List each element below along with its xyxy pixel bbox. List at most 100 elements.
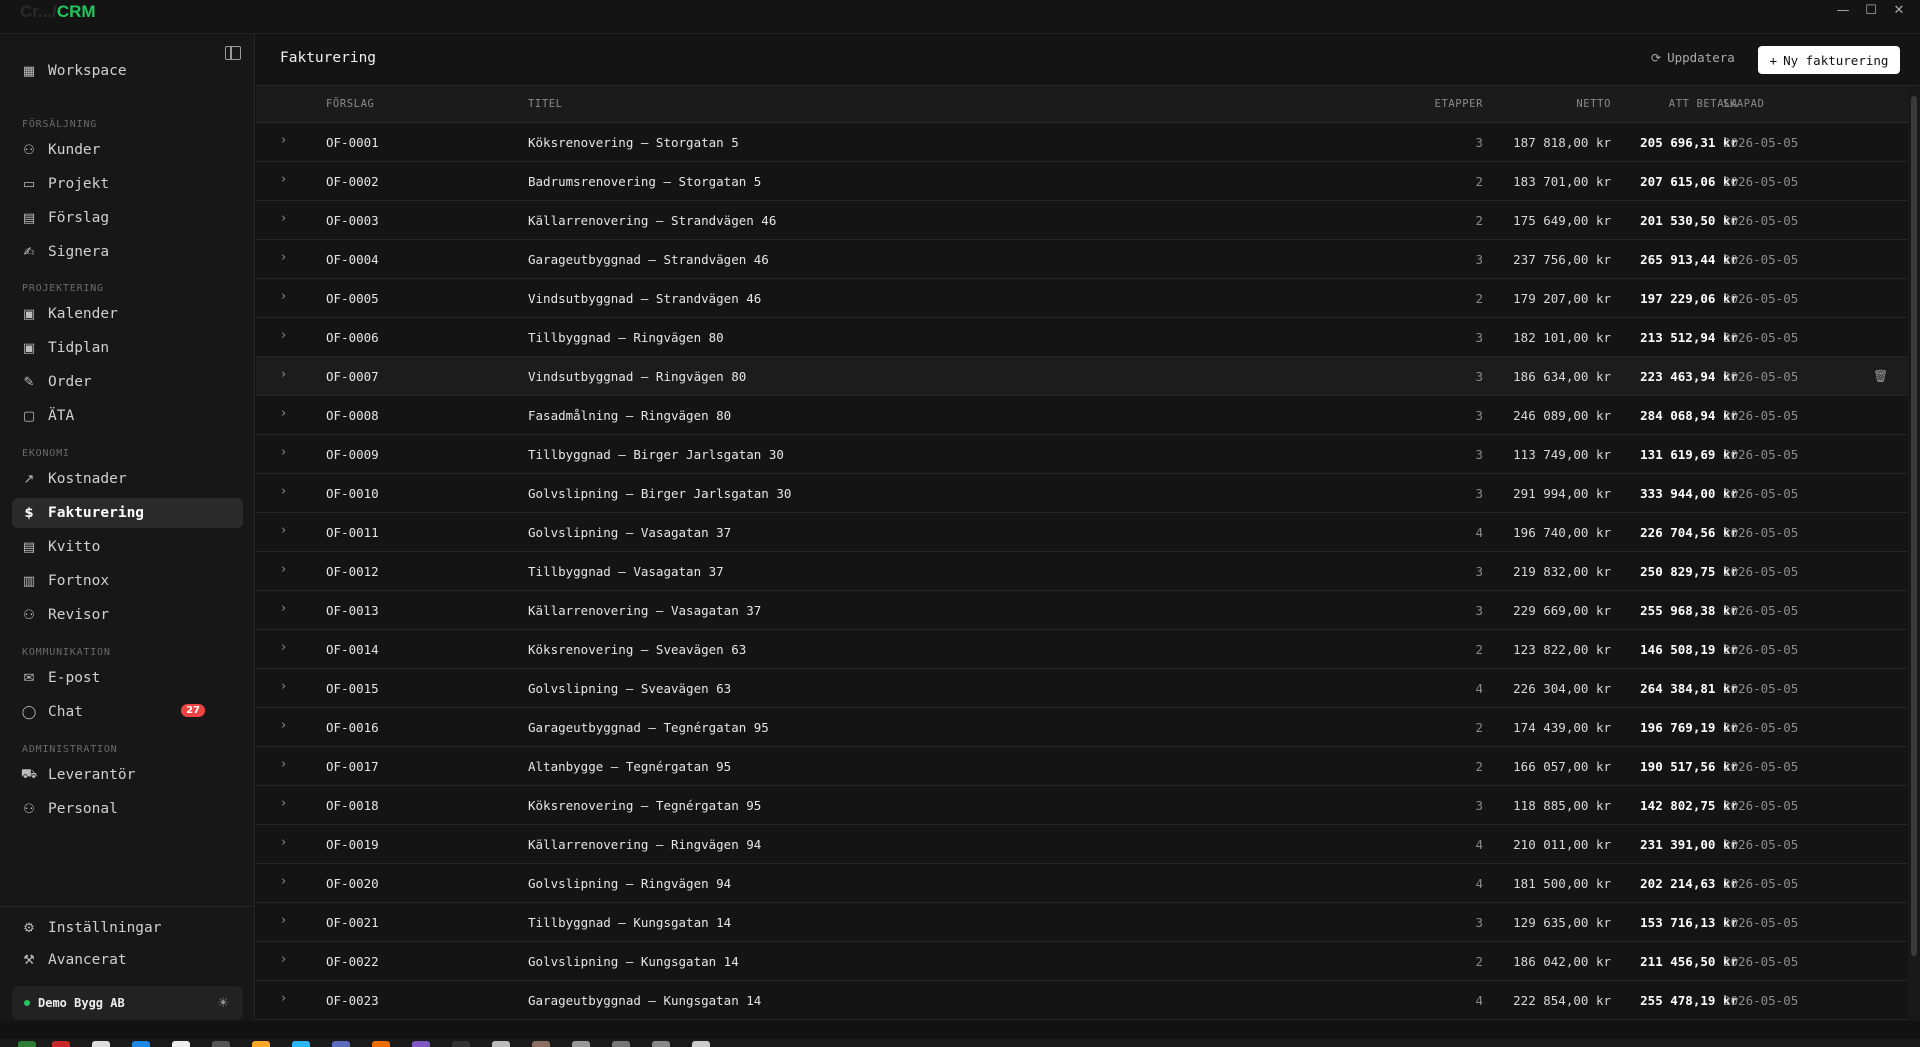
theme-toggle-icon[interactable]: ☀ <box>217 996 229 1011</box>
expand-chevron-icon[interactable]: › <box>281 562 286 577</box>
sidebar-item-forslag[interactable]: ▤ Förslag <box>12 203 243 233</box>
taskbar-app-icon[interactable] <box>572 1041 590 1047</box>
column-header-etapper[interactable]: ETAPPER <box>1435 98 1483 110</box>
scrollbar[interactable] <box>1908 86 1920 1021</box>
sidebar-item-leverantor[interactable]: ⛟ Leverantör <box>12 760 243 790</box>
table-row[interactable]: › OF-0010 Golvslipning — Birger Jarlsgatan… <box>256 474 1908 513</box>
table-row[interactable]: › OF-0007 Vindsutbyggnad — Ringvägen 80 3 18… <box>256 357 1908 396</box>
expand-chevron-icon[interactable]: › <box>281 640 286 655</box>
sidebar-item-kvitto[interactable]: ▤ Kvitto <box>12 532 243 562</box>
trash-icon[interactable]: 🗑 <box>1873 369 1888 383</box>
table-row[interactable]: › OF-0011 Golvslipning — Vasagatan 37 4 196 … <box>256 513 1908 552</box>
expand-chevron-icon[interactable]: › <box>281 484 286 499</box>
sidebar-item-chat[interactable]: ◯ Chat 27 <box>12 697 243 727</box>
taskbar-app-icon[interactable] <box>532 1041 550 1047</box>
expand-chevron-icon[interactable]: › <box>281 250 286 265</box>
taskbar-app-icon[interactable] <box>612 1041 630 1047</box>
expand-chevron-icon[interactable]: › <box>281 601 286 616</box>
sidebar-item-fortnox[interactable]: ▥ Fortnox <box>12 566 243 596</box>
taskbar-app-icon[interactable] <box>52 1041 70 1047</box>
expand-chevron-icon[interactable]: › <box>281 328 286 343</box>
expand-chevron-icon[interactable]: › <box>281 679 286 694</box>
expand-chevron-icon[interactable]: › <box>281 796 286 811</box>
new-invoice-button[interactable]: + Ny fakturering <box>1758 46 1900 74</box>
sidebar-item-kalender[interactable]: ▣ Kalender <box>12 299 243 329</box>
table-row[interactable]: › OF-0001 Köksrenovering — Storgatan 5 3 187… <box>256 123 1908 162</box>
expand-chevron-icon[interactable]: › <box>281 211 286 226</box>
expand-chevron-icon[interactable]: › <box>281 913 286 928</box>
taskbar-app-icon[interactable] <box>692 1041 710 1047</box>
sidebar-item-revisor[interactable]: ⚇ Revisor <box>12 600 243 630</box>
taskbar-app-icon[interactable] <box>412 1041 430 1047</box>
sidebar-item-ata[interactable]: ▢ ÄTA <box>12 401 243 431</box>
table-row[interactable]: › OF-0003 Källarrenovering — Strandvägen 4… <box>256 201 1908 240</box>
table-row[interactable]: › OF-0009 Tillbyggnad — Birger Jarlsgatan … <box>256 435 1908 474</box>
expand-chevron-icon[interactable]: › <box>281 718 286 733</box>
scrollbar-thumb[interactable] <box>1911 96 1917 956</box>
expand-chevron-icon[interactable]: › <box>281 133 286 148</box>
expand-chevron-icon[interactable]: › <box>281 367 286 382</box>
table-row[interactable]: › OF-0014 Köksrenovering — Sveavägen 63 2 12… <box>256 630 1908 669</box>
taskbar-app-icon[interactable] <box>212 1041 230 1047</box>
taskbar-app-icon[interactable] <box>18 1041 36 1047</box>
expand-chevron-icon[interactable]: › <box>281 757 286 772</box>
taskbar-app-icon[interactable] <box>452 1041 470 1047</box>
sidebar-item-kostnader[interactable]: ↗ Kostnader <box>12 464 243 494</box>
taskbar-app-icon[interactable] <box>492 1041 510 1047</box>
taskbar-app-icon[interactable] <box>652 1041 670 1047</box>
table-row[interactable]: › OF-0017 Altanbygge — Tegnérgatan 95 2 166 … <box>256 747 1908 786</box>
expand-chevron-icon[interactable]: › <box>281 952 286 967</box>
table-row[interactable]: › OF-0021 Tillbyggnad — Kungsgatan 14 3 129 … <box>256 903 1908 942</box>
close-icon[interactable]: ✕ <box>1892 4 1906 18</box>
table-row[interactable]: › OF-0022 Golvslipning — Kungsgatan 14 2 186… <box>256 942 1908 981</box>
taskbar-app-icon[interactable] <box>92 1041 110 1047</box>
expand-chevron-icon[interactable]: › <box>281 874 286 889</box>
sidebar-item-signera[interactable]: ✍ Signera <box>12 237 243 267</box>
table-row[interactable]: › OF-0020 Golvslipning — Ringvägen 94 4 181 … <box>256 864 1908 903</box>
taskbar-app-icon[interactable] <box>372 1041 390 1047</box>
table-row[interactable]: › OF-0015 Golvslipning — Sveavägen 63 4 226 … <box>256 669 1908 708</box>
company-switcher[interactable]: Demo Bygg AB ☀ <box>12 986 243 1020</box>
cell-titel: Vindsutbyggnad — Ringvägen 80 <box>528 369 747 384</box>
column-header-netto[interactable]: NETTO <box>1576 98 1611 110</box>
table-row[interactable]: › OF-0019 Källarrenovering — Ringvägen 94 4… <box>256 825 1908 864</box>
maximize-icon[interactable]: ☐ <box>1864 4 1878 18</box>
table-row[interactable]: › OF-0005 Vindsutbyggnad — Strandvägen 46 2… <box>256 279 1908 318</box>
expand-chevron-icon[interactable]: › <box>281 445 286 460</box>
taskbar-app-icon[interactable] <box>172 1041 190 1047</box>
sidebar-item-fakturering[interactable]: $ Fakturering <box>12 498 243 528</box>
expand-chevron-icon[interactable]: › <box>281 172 286 187</box>
table-row[interactable]: › OF-0016 Garageutbyggnad — Tegnérgatan 95… <box>256 708 1908 747</box>
refresh-button[interactable]: ⟳ Uppdatera <box>1651 50 1735 65</box>
sidebar-item-tidplan[interactable]: ▣ Tidplan <box>12 333 243 363</box>
sidebar-item-order[interactable]: ✎ Order <box>12 367 243 397</box>
table-row[interactable]: › OF-0023 Garageutbyggnad — Kungsgatan 14 4… <box>256 981 1908 1020</box>
column-header-forslag[interactable]: FÖRSLAG <box>326 98 374 110</box>
expand-chevron-icon[interactable]: › <box>281 835 286 850</box>
table-row[interactable]: › OF-0006 Tillbyggnad — Ringvägen 80 3 182 1… <box>256 318 1908 357</box>
column-header-titel[interactable]: TITEL <box>528 98 563 110</box>
table-row[interactable]: › OF-0013 Källarrenovering — Vasagatan 37 3… <box>256 591 1908 630</box>
sidebar-item-installningar[interactable]: ⚙ Inställningar <box>12 913 243 943</box>
sidebar-item-workspace[interactable]: ▦ Workspace <box>12 56 243 86</box>
sidebar-item-personal[interactable]: ⚇ Personal <box>12 794 243 824</box>
expand-chevron-icon[interactable]: › <box>281 289 286 304</box>
sidebar-item-kunder[interactable]: ⚇ Kunder <box>12 135 243 165</box>
taskbar-app-icon[interactable] <box>332 1041 350 1047</box>
table-row[interactable]: › OF-0018 Köksrenovering — Tegnérgatan 95 3… <box>256 786 1908 825</box>
expand-chevron-icon[interactable]: › <box>281 523 286 538</box>
table-row[interactable]: › OF-0002 Badrumsrenovering — Storgatan 5 2… <box>256 162 1908 201</box>
sidebar-item-projekt[interactable]: ▭ Projekt <box>12 169 243 199</box>
expand-chevron-icon[interactable]: › <box>281 406 286 421</box>
sidebar-item-epost[interactable]: ✉ E-post <box>12 663 243 693</box>
taskbar-app-icon[interactable] <box>292 1041 310 1047</box>
taskbar-app-icon[interactable] <box>132 1041 150 1047</box>
taskbar-app-icon[interactable] <box>252 1041 270 1047</box>
sidebar-item-avancerat[interactable]: ⚒ Avancerat <box>12 945 243 975</box>
expand-chevron-icon[interactable]: › <box>281 991 286 1006</box>
table-row[interactable]: › OF-0008 Fasadmålning — Ringvägen 80 3 246 … <box>256 396 1908 435</box>
minimize-icon[interactable]: — <box>1836 4 1850 18</box>
table-row[interactable]: › OF-0004 Garageutbyggnad — Strandvägen 46… <box>256 240 1908 279</box>
column-header-skapad[interactable]: SKAPAD <box>1723 98 1765 110</box>
table-row[interactable]: › OF-0012 Tillbyggnad — Vasagatan 37 3 219 8… <box>256 552 1908 591</box>
